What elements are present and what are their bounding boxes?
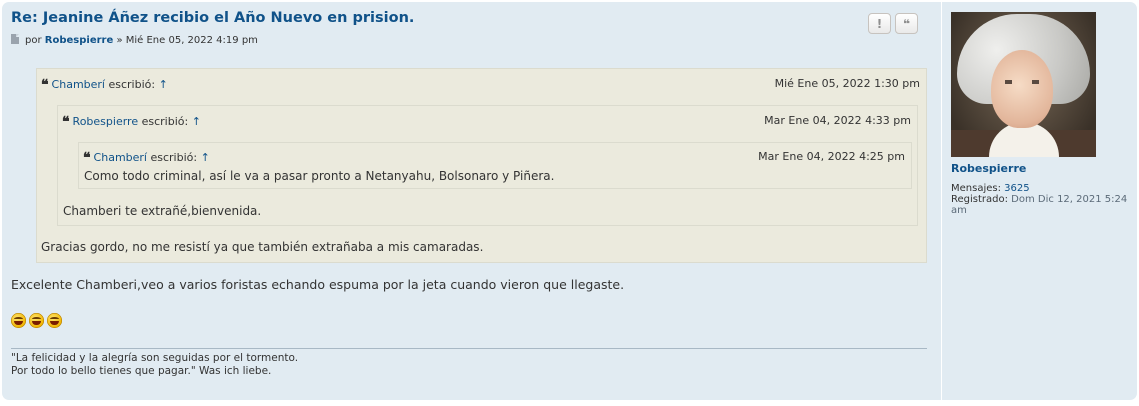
- forum-post: Re: Jeanine Áñez recibio el Año Nuevo en…: [2, 2, 1137, 400]
- joined-date: Dom Dic 12, 2021 5:24: [1011, 194, 1128, 205]
- quote-jump-arrow[interactable]: ↑: [201, 151, 210, 164]
- quote-date: Mar Ene 04, 2022 4:33 pm: [764, 114, 911, 127]
- quote-verb: escribió:: [150, 151, 198, 164]
- quote-header: ❝ Chamberí escribió: ↑: [41, 77, 168, 93]
- joined-label: Registrado:: [951, 194, 1008, 205]
- quote-mark-icon: ❝: [62, 114, 70, 130]
- quote-text: Chamberi te extrañé,bienvenida.: [63, 204, 262, 218]
- post-profile: Robespierre Mensajes: 3625 Registrado: D…: [941, 2, 1137, 400]
- posts-label: Mensajes:: [951, 183, 1001, 194]
- profile-info: Mensajes: 3625 Registrado: Dom Dic 12, 2…: [951, 183, 1136, 216]
- profile-username[interactable]: Robespierre: [951, 162, 1026, 175]
- quote-author-link[interactable]: Chamberí: [52, 78, 105, 91]
- quote-icon: ❝: [902, 16, 911, 31]
- quote-button[interactable]: ❝: [895, 13, 918, 34]
- quote-level-3: ❝ Chamberí escribió: ↑ Mar Ene 04, 2022 4…: [78, 142, 912, 189]
- smilies: [11, 313, 62, 328]
- signature: "La felicidad y la alegría son seguidas …: [11, 352, 298, 378]
- laughing-smiley-icon: [11, 313, 26, 328]
- avatar[interactable]: [951, 12, 1096, 157]
- author-link[interactable]: Robespierre: [45, 35, 113, 46]
- quote-jump-arrow[interactable]: ↑: [192, 115, 201, 128]
- quote-date: Mié Ene 05, 2022 1:30 pm: [774, 77, 920, 90]
- quote-verb: escribió:: [108, 78, 156, 91]
- quote-mark-icon: ❝: [83, 150, 91, 166]
- post-date: Mié Ene 05, 2022 4:19 pm: [125, 35, 258, 46]
- post-icon[interactable]: [11, 34, 19, 44]
- laughing-smiley-icon: [29, 313, 44, 328]
- quote-date: Mar Ene 04, 2022 4:25 pm: [758, 150, 905, 163]
- report-button[interactable]: !: [868, 13, 891, 34]
- author-separator: »: [116, 35, 123, 46]
- quote-text: Gracias gordo, no me resistí ya que tamb…: [41, 240, 484, 254]
- signature-divider: [11, 348, 927, 349]
- quote-mark-icon: ❝: [41, 77, 49, 93]
- quote-text: Como todo criminal, así le va a pasar pr…: [84, 169, 555, 183]
- quote-jump-arrow[interactable]: ↑: [159, 78, 168, 91]
- quote-level-1: ❝ Chamberí escribió: ↑ Mié Ene 05, 2022 1…: [36, 68, 927, 263]
- laughing-smiley-icon: [47, 313, 62, 328]
- quote-verb: escribió:: [141, 115, 189, 128]
- quote-header: ❝ Chamberí escribió: ↑: [83, 150, 210, 166]
- quote-header: ❝ Robespierre escribió: ↑: [62, 114, 201, 130]
- quote-level-2: ❝ Robespierre escribió: ↑ Mar Ene 04, 202…: [57, 105, 918, 226]
- post-buttons: ! ❝: [868, 13, 918, 34]
- signature-line-2: Por todo lo bello tienes que pagar." Was…: [11, 365, 272, 377]
- joined-date-cont: am: [951, 205, 967, 216]
- exclamation-icon: !: [876, 16, 883, 31]
- quote-author-link[interactable]: Chamberí: [94, 151, 147, 164]
- post-title[interactable]: Re: Jeanine Áñez recibio el Año Nuevo en…: [11, 10, 414, 26]
- quote-author-link[interactable]: Robespierre: [73, 115, 139, 128]
- profile-joined: Registrado: Dom Dic 12, 2021 5:24: [951, 194, 1136, 205]
- post-author-line: por Robespierre » Mié Ene 05, 2022 4:19 …: [11, 34, 258, 46]
- posts-count-link[interactable]: 3625: [1004, 183, 1029, 194]
- profile-posts: Mensajes: 3625: [951, 183, 1136, 194]
- signature-line-1: "La felicidad y la alegría son seguidas …: [11, 352, 299, 364]
- post-text: Excelente Chamberi,veo a varios foristas…: [11, 277, 625, 292]
- author-prefix: por: [25, 35, 42, 46]
